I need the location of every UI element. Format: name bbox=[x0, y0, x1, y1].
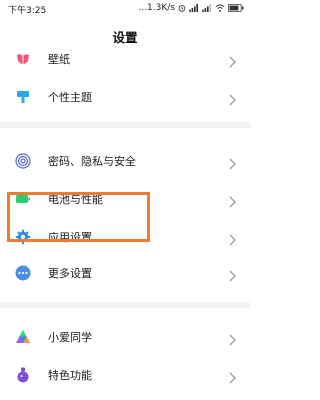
alarm-icon bbox=[178, 4, 186, 12]
chevron-right-icon bbox=[229, 91, 236, 106]
feature-flask-icon bbox=[15, 367, 31, 383]
theme-brush-icon bbox=[15, 89, 31, 105]
section-divider bbox=[0, 122, 250, 128]
settings-item-security[interactable]: 密码、隐私与安全 bbox=[0, 142, 250, 180]
section-divider bbox=[0, 302, 250, 308]
battery-status-icon bbox=[228, 4, 244, 12]
settings-item-label: 更多设置 bbox=[48, 267, 92, 280]
status-time: 下午3:25 bbox=[8, 6, 47, 16]
wallpaper-icon bbox=[15, 51, 31, 67]
settings-item-more[interactable]: 更多设置 bbox=[0, 254, 250, 292]
xiaoai-icon bbox=[15, 329, 31, 345]
status-icons: ...1.3K/s bbox=[138, 3, 244, 13]
settings-item-label: 密码、隐私与安全 bbox=[48, 155, 136, 168]
settings-item-xiaoai[interactable]: 小爱同学 bbox=[0, 318, 250, 356]
chevron-right-icon bbox=[229, 331, 236, 346]
wifi-icon bbox=[215, 4, 225, 12]
chevron-right-icon bbox=[229, 53, 236, 68]
settings-item-label: 壁纸 bbox=[48, 53, 70, 66]
network-speed: ...1.3K/s bbox=[138, 3, 175, 13]
chevron-right-icon bbox=[229, 155, 236, 170]
settings-item-features[interactable]: 特色功能 bbox=[0, 356, 250, 394]
chevron-right-icon bbox=[229, 267, 236, 282]
chevron-right-icon bbox=[229, 193, 236, 208]
settings-item-wallpaper[interactable]: 壁纸 bbox=[0, 40, 250, 78]
fingerprint-icon bbox=[15, 153, 31, 169]
settings-item-label: 个性主题 bbox=[48, 91, 92, 104]
chevron-right-icon bbox=[229, 231, 236, 246]
chevron-right-icon bbox=[229, 369, 236, 384]
settings-item-theme[interactable]: 个性主题 bbox=[0, 78, 250, 116]
settings-item-label: 小爱同学 bbox=[48, 331, 92, 344]
status-bar: 下午3:25 ...1.3K/s bbox=[0, 0, 250, 18]
settings-item-label: 特色功能 bbox=[48, 369, 92, 382]
signal-icon bbox=[189, 4, 199, 12]
signal-icon-2 bbox=[202, 4, 212, 12]
more-dots-icon bbox=[15, 265, 31, 281]
highlight-box bbox=[7, 192, 150, 242]
